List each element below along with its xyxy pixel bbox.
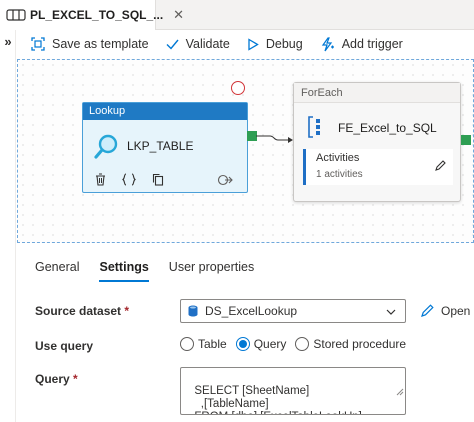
source-dataset-value: DS_ExcelLookup bbox=[205, 304, 298, 318]
database-icon bbox=[188, 305, 198, 317]
radio-query[interactable]: Query bbox=[235, 337, 287, 351]
debug-label: Debug bbox=[265, 37, 303, 51]
trigger-icon bbox=[321, 36, 334, 51]
activities-count: 1 activities bbox=[316, 169, 363, 180]
debug-button[interactable]: Debug bbox=[247, 37, 303, 51]
open-dataset-button[interactable]: Open bbox=[420, 303, 470, 318]
query-textarea[interactable]: SELECT [SheetName] ,[TableName] FROM [db… bbox=[180, 367, 406, 415]
query-label: Query * bbox=[35, 372, 78, 386]
lookup-activity-name: LKP_TABLE bbox=[127, 139, 194, 153]
tab-general[interactable]: General bbox=[35, 252, 79, 282]
pipeline-tab[interactable]: PL_EXCEL_TO_SQL_... ✕ bbox=[0, 0, 184, 30]
pipeline-icon bbox=[6, 8, 26, 22]
edit-pencil-icon bbox=[421, 304, 434, 317]
use-query-label: Use query bbox=[35, 339, 94, 353]
add-output-icon[interactable] bbox=[217, 173, 233, 191]
add-trigger-label: Add trigger bbox=[341, 37, 403, 51]
expand-sidebar-button[interactable]: » bbox=[0, 34, 16, 52]
open-label: Open bbox=[441, 303, 471, 318]
radio-stored-procedure-label: Stored procedure bbox=[313, 337, 407, 351]
radio-table-circle[interactable] bbox=[180, 337, 194, 351]
save-template-icon bbox=[31, 37, 45, 51]
add-trigger-button[interactable]: Add trigger bbox=[320, 36, 403, 52]
tab-user-properties[interactable]: User properties bbox=[169, 252, 254, 282]
radio-stored-procedure[interactable]: Stored procedure bbox=[295, 337, 406, 351]
resize-grip-icon[interactable] bbox=[383, 374, 404, 413]
foreach-output-handle[interactable] bbox=[461, 135, 471, 145]
source-dataset-label: Source dataset * bbox=[35, 304, 130, 318]
foreach-activity-type: ForEach bbox=[294, 83, 460, 103]
delete-icon[interactable] bbox=[95, 173, 106, 186]
save-as-template-button[interactable]: Save as template bbox=[31, 37, 149, 51]
validate-button[interactable]: Validate bbox=[166, 37, 230, 51]
left-strip bbox=[0, 30, 16, 422]
play-icon bbox=[248, 37, 259, 51]
validate-label: Validate bbox=[185, 37, 230, 51]
query-text: SELECT [SheetName] ,[TableName] FROM [db… bbox=[194, 385, 361, 414]
code-braces-icon[interactable] bbox=[122, 173, 136, 186]
radio-query-label: Query bbox=[253, 337, 287, 351]
radio-stored-procedure-circle[interactable] bbox=[295, 337, 310, 351]
lookup-activity-type: Lookup bbox=[83, 103, 247, 120]
clone-icon[interactable] bbox=[152, 173, 164, 186]
tab-settings[interactable]: Settings bbox=[99, 252, 150, 282]
lookup-actions bbox=[95, 173, 180, 186]
save-as-template-label: Save as template bbox=[52, 37, 149, 51]
foreach-activity-name: FE_Excel_to_SQL bbox=[338, 121, 437, 135]
error-indicator-icon[interactable] bbox=[231, 81, 245, 95]
tab-bar: PL_EXCEL_TO_SQL_... ✕ bbox=[0, 0, 474, 30]
edit-pencil-icon[interactable] bbox=[434, 159, 447, 177]
properties-tabs: General Settings User properties bbox=[17, 252, 474, 282]
tab-title: PL_EXCEL_TO_SQL_... bbox=[30, 8, 164, 22]
foreach-activities-box[interactable]: Activities 1 activities bbox=[303, 149, 453, 185]
activities-label: Activities bbox=[316, 152, 360, 164]
chevron-down-icon bbox=[385, 305, 397, 323]
source-dataset-select[interactable]: DS_ExcelLookup bbox=[180, 299, 406, 323]
radio-table-label: Table bbox=[198, 337, 227, 351]
use-query-radio-group: Table Query Stored procedure bbox=[180, 337, 415, 351]
lookup-activity[interactable]: Lookup LKP_TABLE bbox=[82, 102, 248, 193]
toolbar: Save as template Validate Debug Add trig… bbox=[17, 30, 474, 58]
lookup-magnifier-icon bbox=[93, 133, 121, 166]
foreach-loop-icon bbox=[307, 115, 327, 144]
close-icon[interactable]: ✕ bbox=[173, 7, 184, 23]
foreach-activity[interactable]: ForEach FE_Excel_to_SQL Activities 1 act… bbox=[293, 82, 461, 202]
required-mark: * bbox=[124, 304, 130, 318]
radio-query-circle[interactable] bbox=[235, 337, 250, 351]
required-mark: * bbox=[73, 372, 78, 386]
success-connector-arrow bbox=[256, 135, 293, 143]
radio-table[interactable]: Table bbox=[180, 337, 227, 351]
checkmark-icon bbox=[166, 39, 179, 50]
